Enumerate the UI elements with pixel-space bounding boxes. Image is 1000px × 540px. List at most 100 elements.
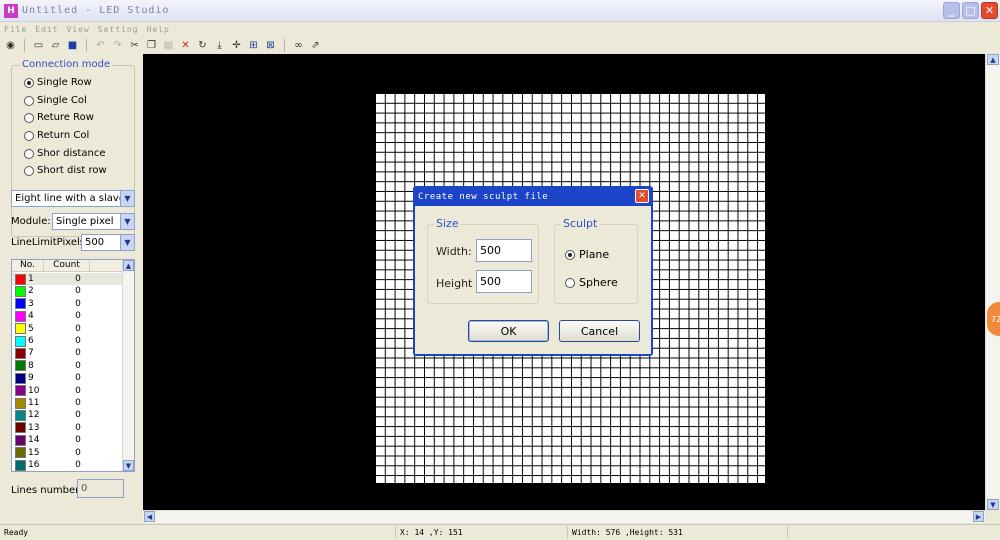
- slave-select-value: Eight line with a slave: [15, 193, 125, 204]
- radio-single-col[interactable]: Single Col: [24, 95, 87, 106]
- list-scrollbar[interactable]: ▲ ▼: [122, 260, 134, 471]
- radio-button[interactable]: [24, 112, 34, 123]
- module-select[interactable]: Single pixel ▼: [52, 213, 135, 230]
- status-bar: Ready X: 14 ,Y: 151 Width: 576 ,Height: …: [0, 524, 1000, 540]
- grid-icon[interactable]: ⊞: [247, 39, 260, 52]
- radio-return-col[interactable]: Return Col: [24, 130, 89, 141]
- radio-plane[interactable]: Plane: [565, 248, 609, 261]
- color-swatch: [15, 447, 26, 459]
- slave-select[interactable]: Eight line with a slave ▼: [11, 190, 135, 207]
- crosshair-icon[interactable]: ✛: [230, 39, 243, 52]
- scroll-down-icon[interactable]: ▼: [987, 499, 999, 510]
- scroll-down-icon[interactable]: ▼: [123, 460, 134, 471]
- port-number: 16: [28, 460, 40, 470]
- menu-file[interactable]: File: [4, 25, 27, 34]
- radio-sphere[interactable]: Sphere: [565, 276, 618, 289]
- list-item[interactable]: 30: [12, 298, 123, 310]
- sphere-label: Sphere: [579, 276, 618, 289]
- delete-icon[interactable]: ✕: [179, 39, 192, 52]
- list-item[interactable]: 10: [12, 273, 123, 285]
- maximize-button[interactable]: □: [962, 2, 979, 19]
- list-item[interactable]: 11 0: [12, 397, 123, 409]
- new-file-icon[interactable]: ▭: [32, 39, 45, 52]
- menu-setting[interactable]: Setting: [98, 25, 139, 34]
- title-bar: H Untitled - LED Studio _ □ ✕: [0, 0, 1000, 22]
- header-no[interactable]: No.: [12, 260, 44, 271]
- list-item[interactable]: 90: [12, 372, 123, 384]
- status-coords: X: 14 ,Y: 151: [396, 526, 568, 539]
- list-item[interactable]: 80: [12, 360, 123, 372]
- ok-button[interactable]: OK: [468, 320, 549, 342]
- radio-button[interactable]: [24, 165, 34, 176]
- record-icon[interactable]: ◉: [4, 39, 17, 52]
- port-count: 0: [75, 298, 81, 309]
- scroll-right-icon[interactable]: ▶: [973, 511, 984, 522]
- port-number: 14: [28, 435, 40, 446]
- radio-button-checked[interactable]: [565, 249, 575, 260]
- chevron-down-icon[interactable]: ▼: [120, 235, 134, 250]
- list-item[interactable]: 12 0: [12, 409, 123, 421]
- list-header: No. Count: [12, 260, 123, 272]
- menu-view[interactable]: View: [67, 25, 90, 34]
- vertical-scrollbar[interactable]: ▲ ▼: [985, 54, 1000, 510]
- cut-icon[interactable]: ✂: [128, 39, 141, 52]
- header-count[interactable]: Count: [44, 260, 90, 271]
- list-item[interactable]: 15 0: [12, 447, 123, 459]
- list-item[interactable]: 13 0: [12, 422, 123, 434]
- close-button[interactable]: ✕: [981, 2, 998, 19]
- export-icon[interactable]: ⇗: [309, 39, 322, 52]
- save-icon[interactable]: ■: [66, 39, 79, 52]
- radio-button-checked[interactable]: [24, 77, 34, 88]
- dialog-close-button[interactable]: ✕: [635, 189, 649, 203]
- radio-button[interactable]: [24, 148, 34, 159]
- list-item[interactable]: 16 0: [12, 459, 123, 471]
- radio-short-dist-row[interactable]: Short dist row: [24, 165, 107, 176]
- rotate-icon[interactable]: ↻: [196, 39, 209, 52]
- list-item[interactable]: 50: [12, 323, 123, 335]
- open-file-icon[interactable]: ▱: [49, 39, 62, 52]
- width-input[interactable]: 500: [476, 239, 532, 262]
- list-item[interactable]: 14 0: [12, 434, 123, 446]
- port-list[interactable]: No. Count 1 0 2 0 3 0 4 0 5 0 6 0 7 0 8 0 9 0 10 0 11 0 12 0 13 0…: [11, 259, 135, 472]
- new-sculpt-dialog: Create new sculpt file ✕ Size Width: 500…: [413, 186, 653, 356]
- scroll-up-icon[interactable]: ▲: [123, 260, 134, 271]
- radio-button[interactable]: [565, 277, 575, 288]
- sculpt-group: Sculpt Plane Sphere: [554, 217, 638, 304]
- radio-single-row[interactable]: Single Row: [24, 77, 92, 88]
- horizontal-scrollbar[interactable]: ◀ ▶: [143, 510, 985, 523]
- chevron-down-icon[interactable]: ▼: [120, 191, 134, 206]
- floating-badge[interactable]: 72: [987, 302, 1000, 336]
- minimize-button[interactable]: _: [943, 2, 960, 19]
- download-icon[interactable]: ⤓: [213, 39, 226, 52]
- redo-icon[interactable]: ↷: [111, 39, 124, 52]
- radio-reture-row[interactable]: Reture Row: [24, 112, 94, 123]
- list-item[interactable]: 40: [12, 310, 123, 322]
- cancel-button[interactable]: Cancel: [559, 320, 640, 342]
- chevron-down-icon[interactable]: ▼: [120, 214, 134, 229]
- port-number: 8: [28, 360, 34, 371]
- scroll-up-icon[interactable]: ▲: [987, 54, 999, 65]
- line-limit-select[interactable]: 500 ▼: [81, 234, 135, 251]
- copy-icon[interactable]: ❐: [145, 39, 158, 52]
- list-item[interactable]: 20: [12, 285, 123, 297]
- box-icon[interactable]: ⊠: [264, 39, 277, 52]
- list-item[interactable]: 60: [12, 335, 123, 347]
- radio-button[interactable]: [24, 95, 34, 106]
- radio-button[interactable]: [24, 130, 34, 141]
- binoculars-icon[interactable]: ∞: [292, 39, 305, 52]
- menu-help[interactable]: Help: [147, 25, 170, 34]
- port-number: 4: [28, 311, 34, 322]
- dialog-title: Create new sculpt file: [418, 192, 549, 202]
- port-count: 0: [75, 286, 81, 297]
- port-count: 0: [75, 336, 81, 346]
- undo-icon[interactable]: ↶: [94, 39, 107, 52]
- scroll-left-icon[interactable]: ◀: [144, 511, 155, 522]
- height-input[interactable]: 500: [476, 270, 532, 293]
- menu-edit[interactable]: Edit: [35, 25, 58, 34]
- width-label: Width:: [436, 245, 472, 258]
- list-item[interactable]: 10 0: [12, 385, 123, 397]
- list-item[interactable]: 70: [12, 347, 123, 359]
- radio-shor-distance[interactable]: Shor distance: [24, 148, 105, 159]
- radio-label: Short dist row: [37, 165, 107, 176]
- paste-icon[interactable]: ▤: [162, 39, 175, 52]
